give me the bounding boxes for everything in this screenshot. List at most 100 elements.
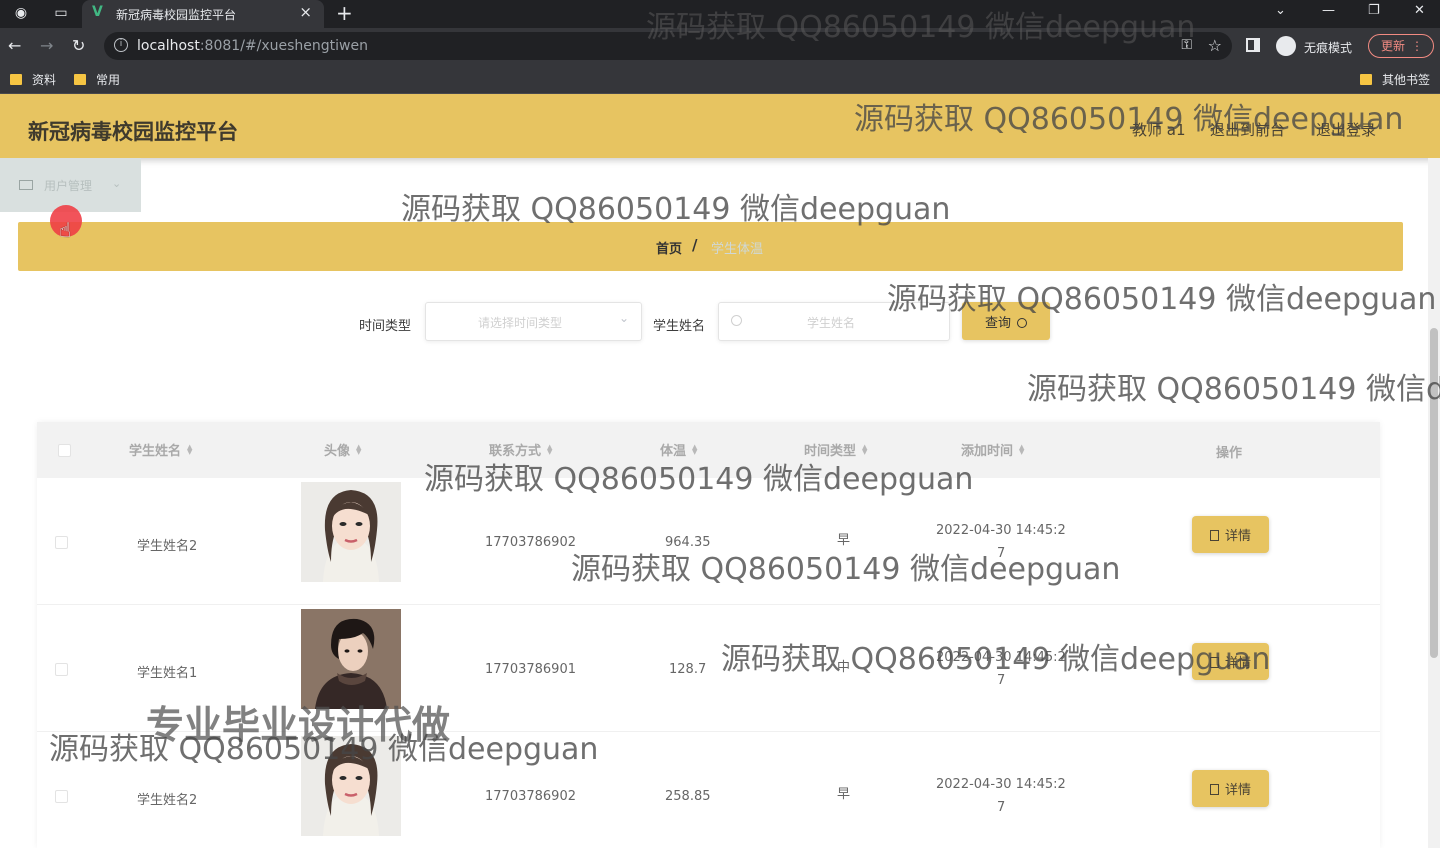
menu-dots-icon[interactable]: ⋮ xyxy=(1411,35,1423,57)
breadcrumb-separator: / xyxy=(692,236,698,254)
globe-icon[interactable]: ◉ xyxy=(12,4,30,22)
password-key-icon[interactable]: ⚿ xyxy=(1181,37,1192,53)
mail-icon xyxy=(19,180,33,190)
back-arrow-icon[interactable]: ← xyxy=(8,36,21,55)
cell-temperature: 128.7 xyxy=(669,662,707,677)
reload-icon[interactable]: ↻ xyxy=(72,36,85,55)
bookmark-star-icon[interactable]: ☆ xyxy=(1208,36,1222,55)
time-type-select[interactable]: 请选择时间类型 ⌄ xyxy=(425,302,642,341)
update-button[interactable]: 更新 ⋮ xyxy=(1368,34,1434,58)
bookmark-folder-other[interactable]: 其他书签 xyxy=(1360,71,1430,88)
folder-icon xyxy=(10,74,22,85)
row-checkbox[interactable] xyxy=(55,536,68,549)
sidebar-item-user-management[interactable]: 用户管理 ⌄ xyxy=(0,158,141,212)
sort-icon: ▲ ▼ xyxy=(862,443,868,456)
student-name-placeholder: 学生姓名 xyxy=(807,316,856,330)
row-checkbox[interactable] xyxy=(55,790,68,803)
back-to-front-link[interactable]: 退出到前台 xyxy=(1210,119,1285,140)
cell-temperature: 258.85 xyxy=(665,789,711,804)
search-icon xyxy=(1017,317,1027,328)
avatar-female xyxy=(301,482,401,582)
time-type-label: 时间类型 xyxy=(359,319,412,334)
cell-time-type: 中 xyxy=(837,660,851,675)
table-row: 学生姓名2 17703786902 258.85 早 2022-04-30 14… xyxy=(37,732,1380,848)
document-icon xyxy=(1209,530,1219,541)
column-header-time-type[interactable]: 时间类型 ▲ ▼ xyxy=(804,440,868,460)
chevron-down-icon: ⌄ xyxy=(618,311,629,325)
sort-icon: ▲ ▼ xyxy=(1019,443,1025,456)
browser-tab-strip: ◉ ▭ V 新冠病毒校园监控平台 × + ⌄ — ❐ ✕ xyxy=(0,0,1440,28)
user-role: 教师 a1 xyxy=(1132,121,1186,139)
incognito-icon xyxy=(1276,36,1296,56)
detail-button[interactable]: 详情 xyxy=(1192,516,1269,553)
browser-toolbar: ← → ↻ i localhost:8081/#/xueshengtiwen ⚿… xyxy=(0,28,1440,64)
cell-added-time: 2022-04-30 14:45:2 xyxy=(936,523,1066,538)
app-title: 新冠病毒校园监控平台 xyxy=(28,120,238,144)
chevron-down-icon: ⌄ xyxy=(112,177,122,190)
column-header-contact[interactable]: 联系方式 ▲ ▼ xyxy=(489,440,552,460)
site-info-icon[interactable]: i xyxy=(114,38,128,52)
row-checkbox[interactable] xyxy=(55,663,68,676)
search-icon xyxy=(731,315,742,326)
address-bar[interactable]: i localhost:8081/#/xueshengtiwen ⚿ ☆ xyxy=(104,32,1232,60)
column-header-avatar[interactable]: 头像 ▲ ▼ xyxy=(324,440,362,460)
promo-watermark: 专业毕业设计代做 xyxy=(146,703,451,747)
query-button[interactable]: 查询 xyxy=(962,302,1050,340)
url-text: localhost:8081/#/xueshengtiwen xyxy=(137,38,368,54)
detail-button[interactable]: 详情 xyxy=(1192,643,1269,680)
sort-icon: ▲ ▼ xyxy=(692,443,698,456)
cell-added-time-cont: 7 xyxy=(997,673,1006,688)
cell-added-time-cont: 7 xyxy=(997,800,1006,815)
breadcrumb: 首页 / 学生体温 xyxy=(18,222,1403,271)
cell-time-type: 早 xyxy=(837,533,851,548)
cell-temperature: 964.35 xyxy=(665,535,711,550)
close-window-icon[interactable]: ✕ xyxy=(1414,3,1425,18)
page-scrollbar[interactable] xyxy=(1428,158,1440,848)
cell-student-name: 学生姓名2 xyxy=(137,793,198,808)
select-all-checkbox[interactable] xyxy=(58,444,71,457)
tab-list-chevron-icon[interactable]: ⌄ xyxy=(1275,3,1286,18)
cell-time-type: 早 xyxy=(837,787,851,802)
document-icon xyxy=(1209,784,1219,795)
restore-icon[interactable]: ❐ xyxy=(1368,3,1380,18)
student-name-label: 学生姓名 xyxy=(653,319,706,334)
column-header-temperature[interactable]: 体温 ▲ ▼ xyxy=(660,440,698,460)
update-label: 更新 xyxy=(1381,39,1406,53)
cell-student-name: 学生姓名2 xyxy=(137,539,198,554)
tab-search-icon[interactable]: ▭ xyxy=(52,4,70,22)
breadcrumb-current: 学生体温 xyxy=(711,242,764,257)
bookmark-folder-ziliao[interactable]: 资料 xyxy=(10,71,56,88)
sort-icon: ▲ ▼ xyxy=(356,443,362,456)
student-name-input[interactable]: 学生姓名 xyxy=(718,302,950,341)
logout-link[interactable]: 退出登录 xyxy=(1316,119,1376,140)
detail-button[interactable]: 详情 xyxy=(1192,770,1269,807)
avatar-female xyxy=(301,736,401,836)
side-panel-icon[interactable] xyxy=(1246,38,1260,52)
column-header-actions: 操作 xyxy=(1216,446,1243,461)
female-portrait-icon xyxy=(301,736,401,836)
browser-tab-active[interactable]: V 新冠病毒校园监控平台 × xyxy=(82,0,324,28)
cell-contact: 17703786902 xyxy=(485,535,576,550)
column-header-added-time[interactable]: 添加时间 ▲ ▼ xyxy=(961,440,1025,460)
cell-added-time: 2022-04-30 14:45:2 xyxy=(936,777,1066,792)
cell-added-time: 2022-04-30 14:45:2 xyxy=(936,650,1066,665)
top-navbar: 新冠病毒校园监控平台 教师 a1 退出到前台 退出登录 xyxy=(0,94,1440,158)
sort-icon: ▲ ▼ xyxy=(187,443,193,456)
bookmark-folder-changyong[interactable]: 常用 xyxy=(74,71,120,88)
breadcrumb-home[interactable]: 首页 xyxy=(656,238,682,257)
hand-cursor-icon: ☝ xyxy=(59,218,72,242)
close-tab-icon[interactable]: × xyxy=(299,3,312,21)
new-tab-icon[interactable]: + xyxy=(336,1,353,25)
folder-icon xyxy=(1360,74,1372,85)
folder-icon xyxy=(74,74,86,85)
browser-tab-title: 新冠病毒校园监控平台 xyxy=(116,8,237,22)
forward-arrow-icon[interactable]: → xyxy=(40,36,53,55)
column-header-name[interactable]: 学生姓名 ▲ ▼ xyxy=(129,440,193,460)
time-type-placeholder: 请选择时间类型 xyxy=(478,316,563,330)
cell-added-time-cont: 7 xyxy=(997,546,1006,561)
cell-student-name: 学生姓名1 xyxy=(137,666,198,681)
vue-logo-icon: V xyxy=(92,4,103,20)
female-portrait-icon xyxy=(301,482,401,582)
minimize-icon[interactable]: — xyxy=(1322,3,1335,18)
scrollbar-thumb[interactable] xyxy=(1430,328,1438,658)
